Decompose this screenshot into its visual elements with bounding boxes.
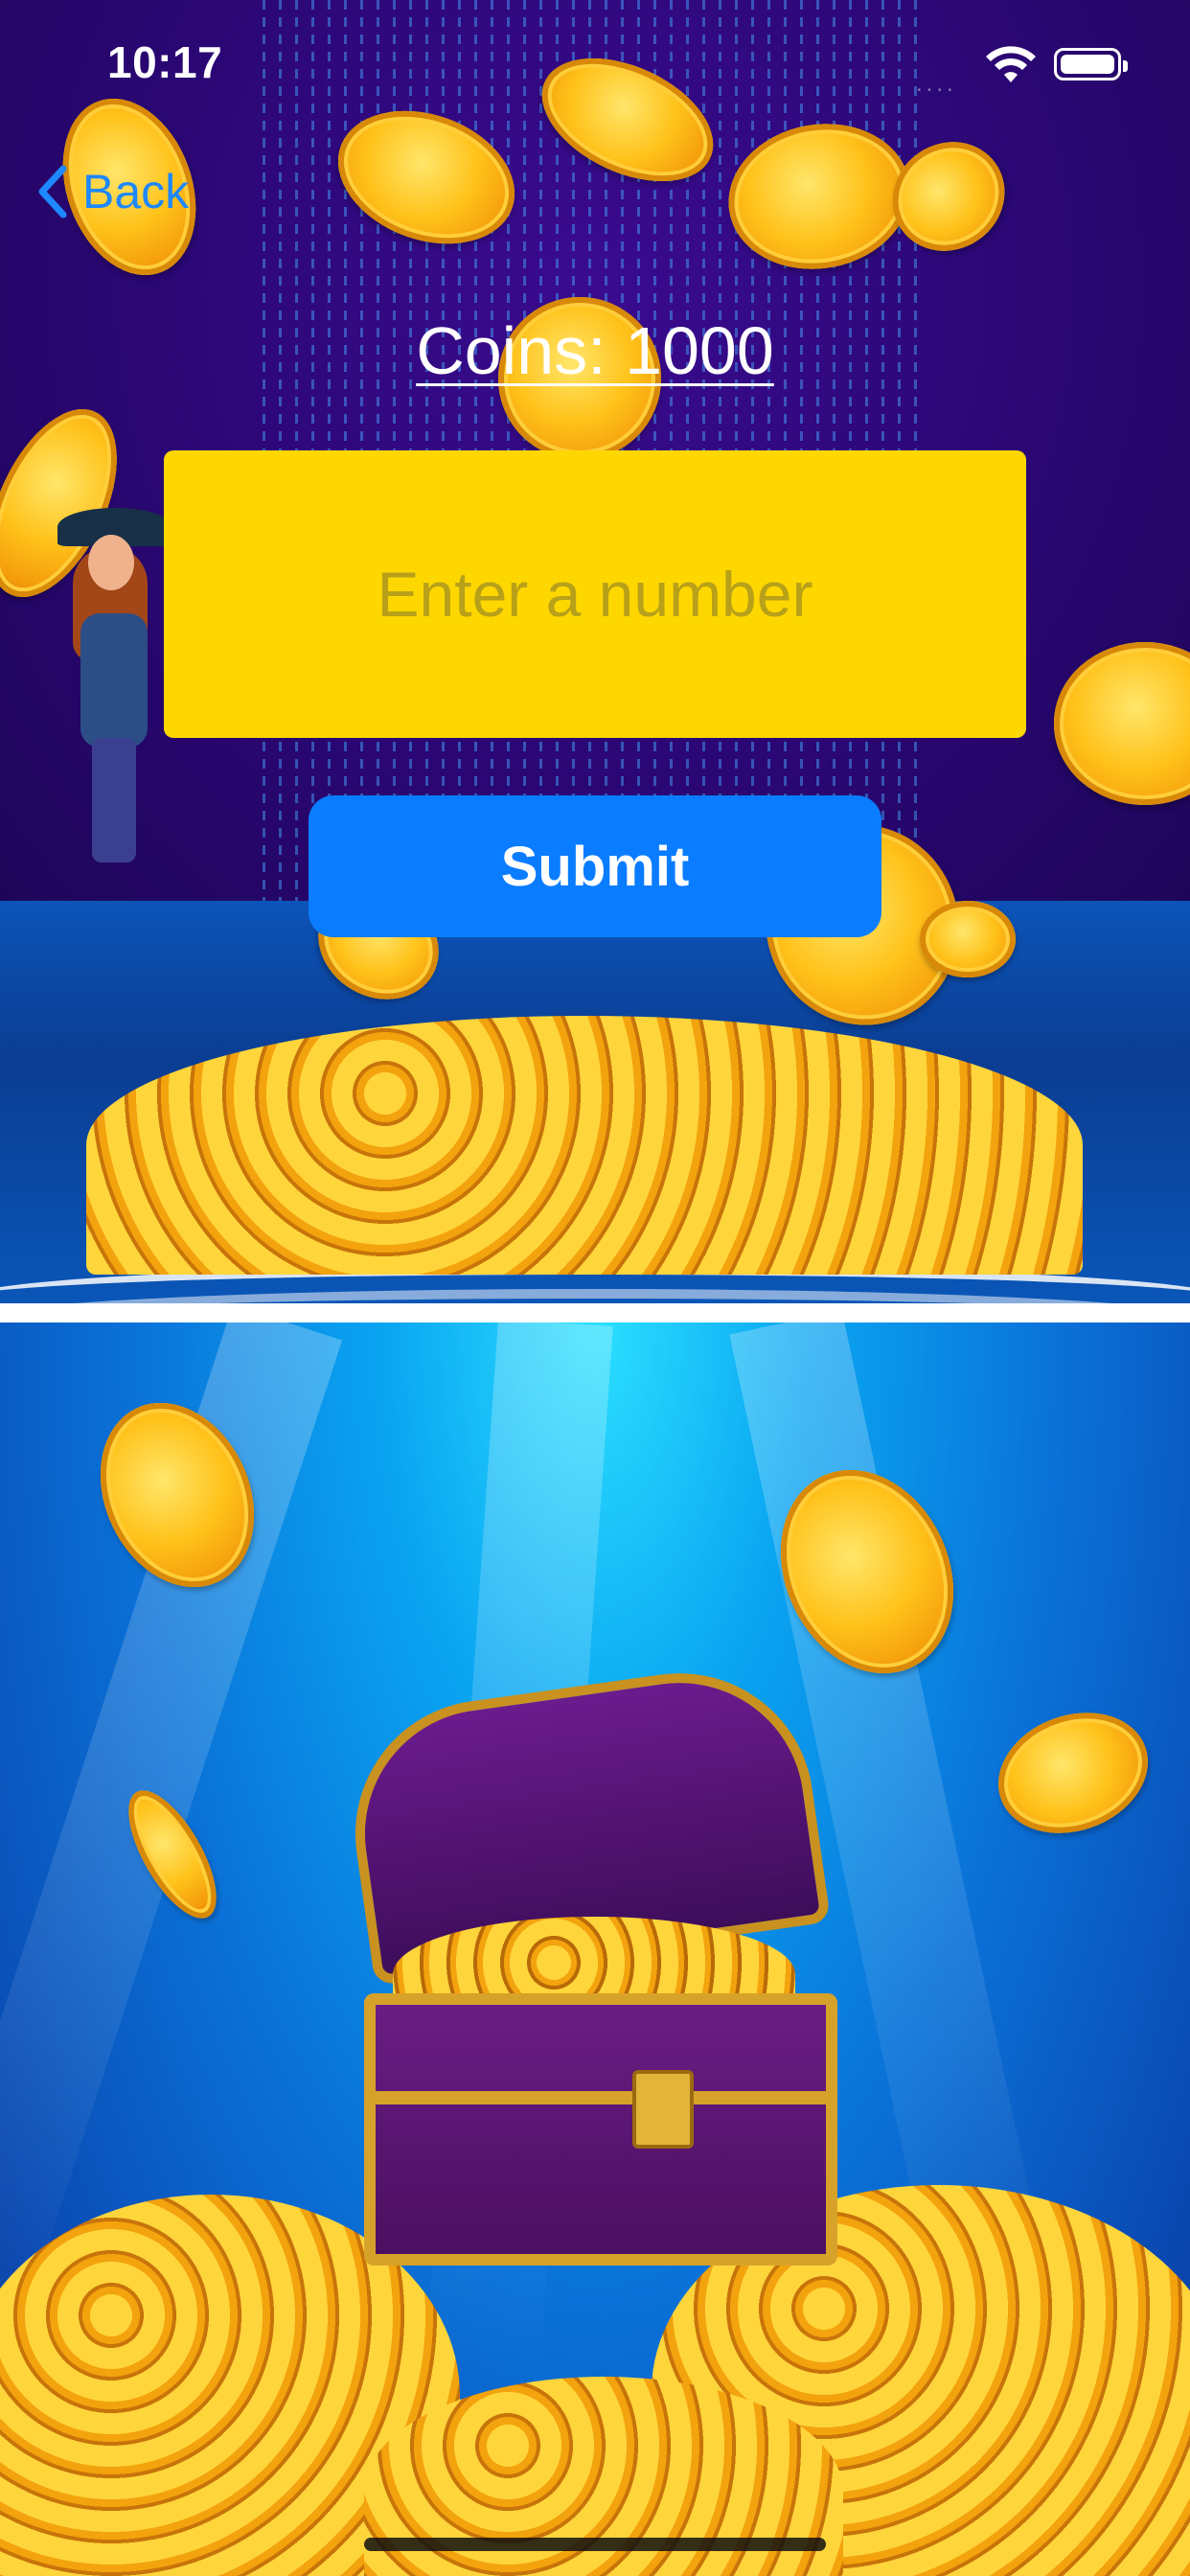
coin-pile (86, 1016, 1083, 1275)
signal-icon: .... (916, 71, 957, 97)
submit-button[interactable]: Submit (309, 795, 881, 937)
status-bar: 10:17 .... (0, 0, 1190, 125)
coins-balance-label: Coins: 1000 (416, 313, 774, 388)
wifi-icon (986, 46, 1036, 82)
number-input[interactable] (164, 450, 1026, 738)
status-time: 10:17 (107, 37, 223, 87)
coin-icon (920, 901, 1016, 978)
treasure-chest-icon (337, 1655, 843, 2266)
home-indicator (364, 2538, 826, 2551)
pirate-figure (38, 508, 172, 872)
back-label: Back (82, 165, 190, 218)
back-button[interactable]: Back (34, 158, 189, 225)
chevron-left-icon (38, 165, 67, 218)
battery-icon (1054, 48, 1128, 80)
